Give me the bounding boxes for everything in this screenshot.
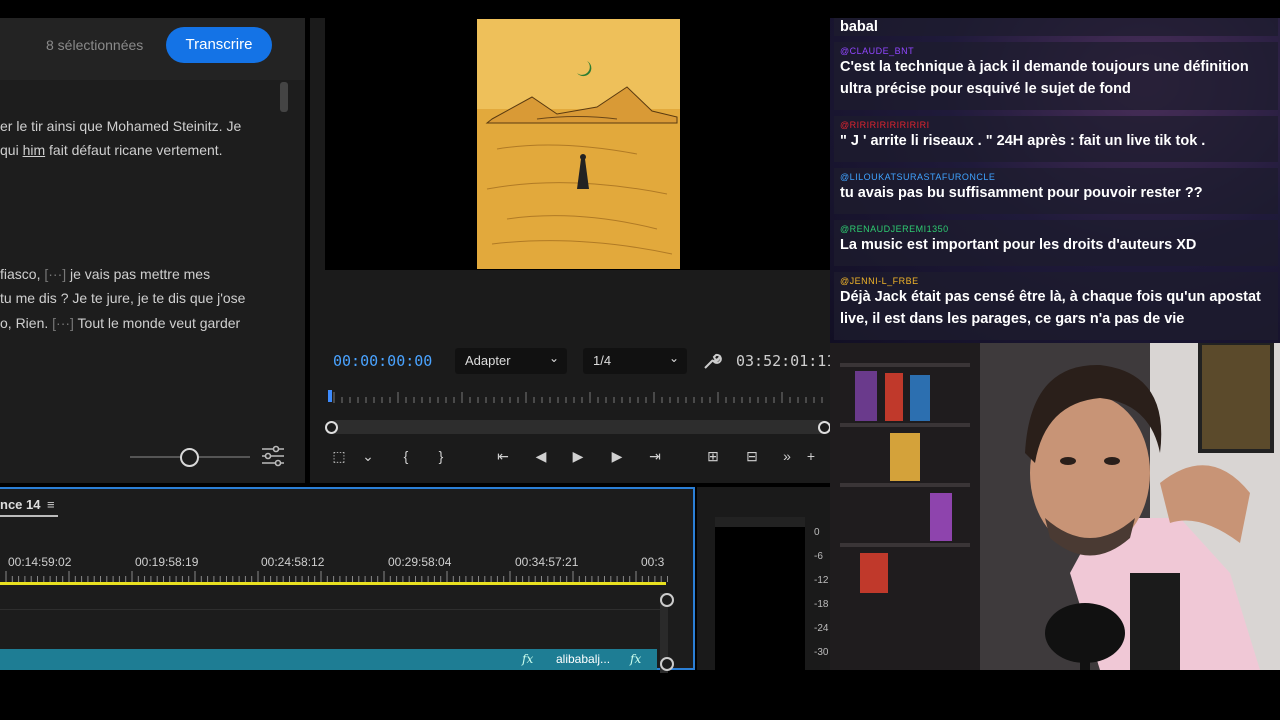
chat-message: @JENNI-L_FRBE Déjà Jack était pas censé … <box>834 272 1278 340</box>
transcript-line[interactable]: tu me dis ? Je te jure, je te dis que j'… <box>0 290 245 306</box>
transcript-highlight-word[interactable]: him <box>23 142 46 158</box>
meter-header <box>715 517 805 527</box>
timeline-timecode: 00:14:59:02 <box>8 555 72 569</box>
timeline-timecode: 00:29:58:04 <box>388 555 452 569</box>
db-label: -18 <box>814 599 829 610</box>
fit-dropdown[interactable]: Adapter ⌄ <box>455 348 567 374</box>
chat-username: @CLAUDE_BNT <box>840 46 915 56</box>
chevron-down-icon[interactable]: ⌄ <box>357 446 379 466</box>
play-icon[interactable]: ▶ <box>567 446 589 466</box>
wrench-icon[interactable] <box>702 351 722 371</box>
go-to-out-icon[interactable]: ⇥ <box>644 446 666 466</box>
chat-text: " J ' arrite li riseaux . " 24H après : … <box>840 133 1206 149</box>
clip-name: alibabalj... <box>556 652 611 666</box>
sequence-tab[interactable]: nce 14 <box>0 497 40 512</box>
mark-out-icon[interactable]: } <box>430 446 452 466</box>
fx-badge: fx <box>522 652 534 666</box>
chat-username: @JENNI-L_FRBE <box>840 276 919 286</box>
chevron-down-icon: ⌄ <box>668 351 679 365</box>
pause-marker: [···] <box>52 315 74 331</box>
chat-message: @LILOUKATSURASTAFURONCLE tu avais pas bu… <box>834 168 1278 214</box>
webcam-feed-image <box>830 343 1280 670</box>
go-to-in-icon[interactable]: ⇤ <box>492 446 514 466</box>
db-label: -30 <box>814 647 829 658</box>
transcript-line[interactable]: qui him fait défaut ricane vertement. <box>0 142 223 158</box>
audio-meter <box>715 517 805 670</box>
transcript-text: tu me dis ? Je te jure, je te dis que j'… <box>0 290 246 306</box>
resolution-dropdown[interactable]: 1/4 ⌄ <box>583 348 687 374</box>
chat-text: babal <box>840 19 878 35</box>
transcript-line[interactable]: er le tir ainsi que Mohamed Steinitz. Je <box>0 118 241 134</box>
sequence-duration: 03:52:01:11 <box>736 352 836 370</box>
chat-username: @LILOUKATSURASTAFURONCLE <box>840 172 996 182</box>
work-area-bar[interactable] <box>0 582 666 585</box>
transcript-text: fiasco, <box>0 266 45 282</box>
more-controls-icon[interactable]: » <box>776 446 798 466</box>
audio-meter-panel: 0 -6 -12 -18 -24 -30 <box>697 487 830 670</box>
timeline-ruler[interactable] <box>0 569 668 583</box>
transcribe-button[interactable]: Transcrire <box>166 27 272 63</box>
chat-text: Déjà Jack était pas censé être là, à cha… <box>840 289 1261 327</box>
transcript-line[interactable]: o, Rien. [···] Tout le monde veut garder <box>0 315 240 331</box>
chat-text: C'est la technique à jack il demande tou… <box>840 59 1249 97</box>
program-monitor: 00:00:00:00 Adapter ⌄ 1/4 ⌄ 03:52:01:11 … <box>310 18 835 483</box>
extract-icon[interactable]: ⊟ <box>741 446 763 466</box>
active-tab-indicator <box>0 515 58 517</box>
timeline-timecode: 00:24:58:12 <box>261 555 325 569</box>
chevron-down-icon: ⌄ <box>548 351 559 365</box>
timeline-timecode: 00:19:58:19 <box>135 555 199 569</box>
db-label: 0 <box>814 527 820 538</box>
transcript-text: er le tir ainsi que Mohamed Steinitz. Je <box>0 118 242 134</box>
scroll-top-handle[interactable] <box>660 593 674 607</box>
fit-dropdown-value: Adapter <box>465 353 511 368</box>
zoom-scroll-left-handle[interactable] <box>325 421 338 434</box>
mark-in-icon[interactable]: { <box>395 446 417 466</box>
transcript-text: o, Rien. <box>0 315 53 331</box>
safe-margins-icon[interactable]: ⬚ <box>328 446 350 466</box>
transcript-text: fait défaut ricane vertement. <box>45 142 223 158</box>
chat-text: tu avais pas bu suffisamment pour pouvoi… <box>840 185 1203 201</box>
video-frame-desert-image <box>477 19 680 269</box>
transcript-scrollbar[interactable] <box>280 82 288 112</box>
menu-icon[interactable]: ≡ <box>47 497 55 512</box>
chat-text: La music est important pour les droits d… <box>840 237 1197 253</box>
add-button-icon[interactable]: + <box>800 446 822 466</box>
transcript-text: qui <box>0 142 23 158</box>
time-ruler[interactable] <box>328 390 830 404</box>
track-divider <box>0 609 668 610</box>
transcript-line[interactable]: fiasco, [···] je vais pas mettre mes <box>0 266 210 282</box>
resolution-dropdown-value: 1/4 <box>593 353 612 368</box>
chat-message: babal <box>834 18 1278 36</box>
chat-message: @RENAUDJEREMI1350 La music est important… <box>834 220 1278 266</box>
transcript-text: je vais pas mettre mes <box>66 266 211 282</box>
chat-message: @RIRIRIRIRIRIRIRI " J ' arrite li riseau… <box>834 116 1278 162</box>
step-forward-icon[interactable]: ▶ <box>606 446 628 466</box>
video-viewport[interactable] <box>325 18 830 270</box>
lift-icon[interactable]: ⊞ <box>702 446 724 466</box>
current-timecode[interactable]: 00:00:00:00 <box>333 352 432 370</box>
zoom-scroll-bar[interactable] <box>330 420 830 434</box>
transcript-text: Tout le monde veut garder <box>73 315 241 331</box>
scroll-bottom-handle[interactable] <box>660 657 674 671</box>
db-label: -6 <box>814 551 823 562</box>
db-label: -12 <box>814 575 829 586</box>
video-clip[interactable]: fx alibabalj... fx <box>0 649 657 670</box>
pause-marker: [···] <box>44 266 67 282</box>
transcript-panel: 8 sélectionnées Transcrire er le tir ain… <box>0 18 305 483</box>
db-label: -24 <box>814 623 829 634</box>
timeline-panel: nce 14 ≡ 00:14:59:02 00:19:58:19 00:24:5… <box>0 487 695 673</box>
fx-badge: fx <box>630 652 642 666</box>
zoom-slider-knob[interactable] <box>180 448 199 467</box>
timeline-timecode: 00:34:57:21 <box>515 555 579 569</box>
selected-count: 8 sélectionnées <box>46 37 144 53</box>
timeline-timecode: 00:3 <box>641 555 665 569</box>
step-back-icon[interactable]: ◀ <box>530 446 552 466</box>
chat-message: @CLAUDE_BNT C'est la technique à jack il… <box>834 42 1278 110</box>
transcript-header: 8 sélectionnées Transcrire <box>0 18 305 80</box>
chat-overlay: babal @CLAUDE_BNT C'est la technique à j… <box>830 18 1280 343</box>
settings-sliders-icon[interactable] <box>260 444 286 468</box>
chat-username: @RENAUDJEREMI1350 <box>840 224 949 234</box>
chat-username: @RIRIRIRIRIRIRIRI <box>840 120 930 130</box>
